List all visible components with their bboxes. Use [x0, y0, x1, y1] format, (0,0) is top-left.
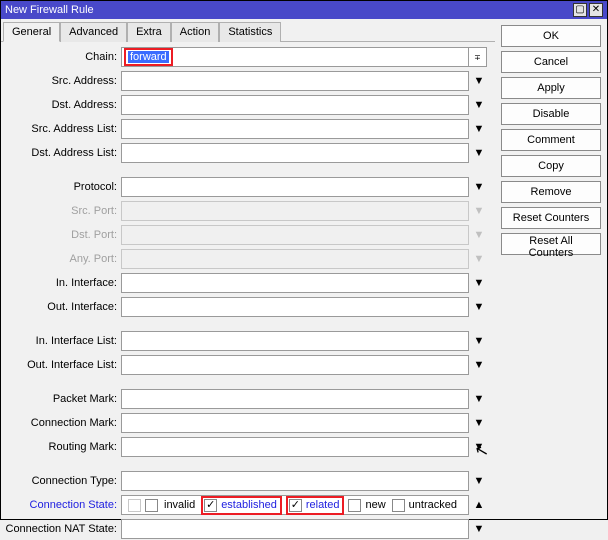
packet-mark-input[interactable]: [121, 389, 469, 409]
dst-port-toggle-icon: ▼: [471, 230, 487, 241]
out-interface-toggle-icon[interactable]: ▼: [471, 302, 487, 313]
label-src-address-list: Src. Address List:: [1, 123, 121, 135]
out-interface-input[interactable]: [121, 297, 469, 317]
side-buttons: OK Cancel Apply Disable Comment Copy Rem…: [495, 19, 607, 519]
conn-state-related-checkbox[interactable]: [289, 499, 302, 512]
label-connection-mark: Connection Mark:: [1, 417, 121, 429]
src-address-list-input[interactable]: [121, 119, 469, 139]
window-title: New Firewall Rule: [5, 4, 94, 16]
src-address-list-toggle-icon[interactable]: ▼: [471, 124, 487, 135]
any-port-toggle-icon: ▼: [471, 254, 487, 265]
label-src-port: Src. Port:: [1, 205, 121, 217]
packet-mark-toggle-icon[interactable]: ▼: [471, 394, 487, 405]
connection-mark-toggle-icon[interactable]: ▼: [471, 418, 487, 429]
tab-statistics[interactable]: Statistics: [219, 22, 281, 42]
connection-type-input[interactable]: [121, 471, 469, 491]
chain-highlight: forward: [124, 48, 173, 66]
main-panel: General Advanced Extra Action Statistics…: [1, 19, 495, 519]
conn-state-new-label: new: [365, 499, 385, 511]
connection-nat-state-toggle-icon[interactable]: ▼: [471, 524, 487, 535]
dst-address-list-toggle-icon[interactable]: ▼: [471, 148, 487, 159]
conn-state-established-highlight: established: [201, 496, 282, 515]
in-interface-list-input[interactable]: [121, 331, 469, 351]
tab-advanced[interactable]: Advanced: [60, 22, 127, 42]
label-in-interface-list: In. Interface List:: [1, 335, 121, 347]
conn-state-neg-checkbox[interactable]: [128, 499, 141, 512]
titlebar: New Firewall Rule ▢ ✕: [1, 1, 607, 19]
connection-type-toggle-icon[interactable]: ▼: [471, 476, 487, 487]
in-interface-input[interactable]: [121, 273, 469, 293]
label-connection-type: Connection Type:: [1, 475, 121, 487]
conn-state-related-label: related: [306, 499, 340, 511]
maximize-button[interactable]: ▢: [573, 3, 587, 17]
label-chain: Chain:: [1, 51, 121, 63]
out-interface-list-input[interactable]: [121, 355, 469, 375]
tab-strip: General Advanced Extra Action Statistics: [1, 19, 495, 42]
any-port-input: [121, 249, 469, 269]
chain-value: forward: [128, 51, 169, 63]
conn-state-untracked-label: untracked: [409, 499, 457, 511]
protocol-input[interactable]: [121, 177, 469, 197]
src-address-toggle-icon[interactable]: ▼: [471, 76, 487, 87]
label-any-port: Any. Port:: [1, 253, 121, 265]
reset-counters-button[interactable]: Reset Counters: [501, 207, 601, 229]
label-src-address: Src. Address:: [1, 75, 121, 87]
conn-state-new-checkbox[interactable]: [348, 499, 361, 512]
out-interface-list-toggle-icon[interactable]: ▼: [471, 360, 487, 371]
src-port-input: [121, 201, 469, 221]
connection-state-toggle-icon[interactable]: ▲: [471, 500, 487, 511]
remove-button[interactable]: Remove: [501, 181, 601, 203]
dst-address-toggle-icon[interactable]: ▼: [471, 100, 487, 111]
in-interface-toggle-icon[interactable]: ▼: [471, 278, 487, 289]
ok-button[interactable]: OK: [501, 25, 601, 47]
conn-state-related-highlight: related: [286, 496, 345, 515]
conn-state-invalid-label: invalid: [164, 499, 195, 511]
general-form: Chain: forward ∓ Src. Address: ▼ Dst. Ad…: [1, 42, 495, 540]
comment-button[interactable]: Comment: [501, 129, 601, 151]
conn-state-invalid-checkbox[interactable]: [145, 499, 158, 512]
in-interface-list-toggle-icon[interactable]: ▼: [471, 336, 487, 347]
label-protocol: Protocol:: [1, 181, 121, 193]
tab-action[interactable]: Action: [171, 22, 220, 42]
label-out-interface: Out. Interface:: [1, 301, 121, 313]
disable-button[interactable]: Disable: [501, 103, 601, 125]
routing-mark-input[interactable]: [121, 437, 469, 457]
label-connection-state: Connection State:: [1, 499, 121, 511]
label-dst-address-list: Dst. Address List:: [1, 147, 121, 159]
routing-mark-toggle-icon[interactable]: ▼: [471, 442, 487, 453]
src-port-toggle-icon: ▼: [471, 206, 487, 217]
apply-button[interactable]: Apply: [501, 77, 601, 99]
conn-state-established-label: established: [221, 499, 277, 511]
connection-state-field[interactable]: invalid established related new untracke…: [121, 495, 469, 515]
label-packet-mark: Packet Mark:: [1, 393, 121, 405]
label-dst-port: Dst. Port:: [1, 229, 121, 241]
tab-extra[interactable]: Extra: [127, 22, 171, 42]
cancel-button[interactable]: Cancel: [501, 51, 601, 73]
src-address-input[interactable]: [121, 71, 469, 91]
chain-dropdown-icon[interactable]: ∓: [469, 47, 487, 67]
dst-address-input[interactable]: [121, 95, 469, 115]
window-controls: ▢ ✕: [573, 3, 603, 17]
tab-general[interactable]: General: [3, 22, 60, 42]
connection-mark-input[interactable]: [121, 413, 469, 433]
close-button[interactable]: ✕: [589, 3, 603, 17]
chain-input[interactable]: forward: [121, 47, 469, 67]
label-dst-address: Dst. Address:: [1, 99, 121, 111]
conn-state-established-checkbox[interactable]: [204, 499, 217, 512]
label-in-interface: In. Interface:: [1, 277, 121, 289]
firewall-rule-window: New Firewall Rule ▢ ✕ General Advanced E…: [0, 0, 608, 520]
label-routing-mark: Routing Mark:: [1, 441, 121, 453]
reset-all-counters-button[interactable]: Reset All Counters: [501, 233, 601, 255]
protocol-toggle-icon[interactable]: ▼: [471, 182, 487, 193]
label-connection-nat-state: Connection NAT State:: [1, 523, 121, 535]
copy-button[interactable]: Copy: [501, 155, 601, 177]
connection-nat-state-input[interactable]: [121, 519, 469, 539]
label-out-interface-list: Out. Interface List:: [1, 359, 121, 371]
dst-port-input: [121, 225, 469, 245]
conn-state-untracked-checkbox[interactable]: [392, 499, 405, 512]
dst-address-list-input[interactable]: [121, 143, 469, 163]
